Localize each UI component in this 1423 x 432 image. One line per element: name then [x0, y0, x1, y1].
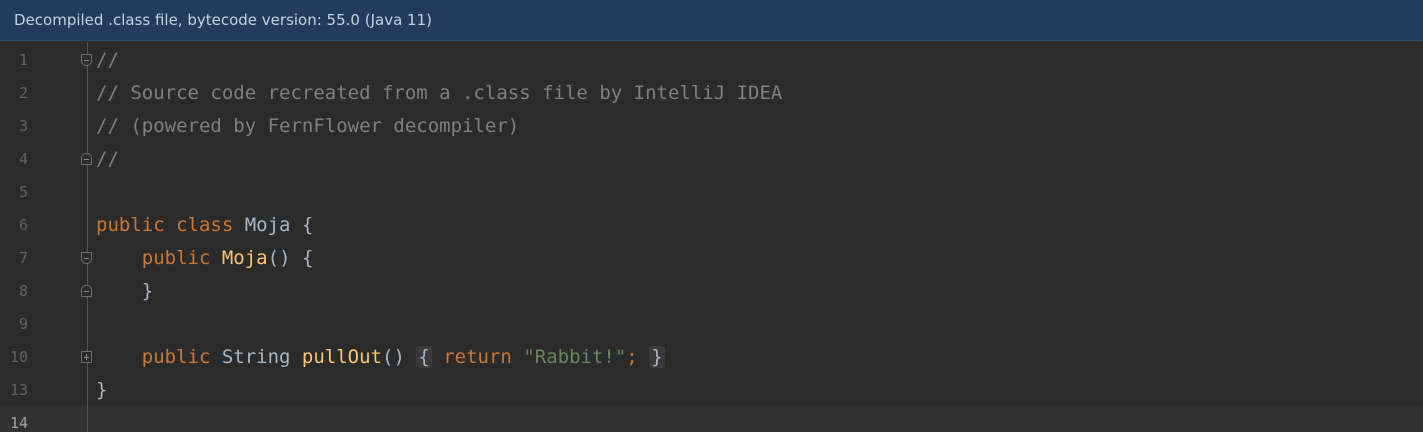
- code-line[interactable]: 7 public Moja() {: [0, 242, 1423, 275]
- comment-token: //: [96, 49, 119, 71]
- keyword-token: public: [141, 346, 211, 368]
- text-token: () {: [267, 247, 314, 269]
- fold-minus-icon[interactable]: [81, 54, 92, 66]
- code-text: public String pullOut() { return "Rabbit…: [96, 341, 665, 374]
- line-number: 6: [18, 216, 28, 234]
- line-number: 2: [18, 84, 28, 102]
- line-number: 7: [18, 249, 28, 267]
- fold-minus-icon[interactable]: [81, 153, 92, 165]
- line-number: 9: [18, 315, 28, 333]
- line-number: 4: [18, 150, 28, 168]
- code-line[interactable]: 8 }: [0, 275, 1423, 308]
- code-line[interactable]: 2 // Source code recreated from a .class…: [0, 77, 1423, 110]
- line-number: 14: [9, 414, 28, 432]
- code-line[interactable]: 4 //: [0, 143, 1423, 176]
- code-text: //: [96, 143, 119, 176]
- line-number: 8: [18, 282, 28, 300]
- code-line[interactable]: 5: [0, 176, 1423, 209]
- fold-minus-icon[interactable]: [81, 285, 92, 297]
- text-token: (): [382, 346, 417, 368]
- code-line[interactable]: 10 public String pullOut() { return "Rab…: [0, 341, 1423, 374]
- indent-token: [96, 247, 142, 269]
- code-line[interactable]: 9: [0, 308, 1423, 341]
- comment-token: //: [96, 148, 119, 170]
- ide-window: Decompiled .class file, bytecode version…: [0, 0, 1423, 432]
- line-number: 5: [18, 183, 28, 201]
- text-token: Moja {: [233, 214, 314, 236]
- code-text: public class Moja {: [96, 209, 313, 242]
- keyword-token: public class: [96, 214, 234, 236]
- fold-plus-icon[interactable]: [81, 351, 92, 363]
- code-text: public Moja() {: [96, 242, 314, 275]
- code-line[interactable]: 6 public class Moja {: [0, 209, 1423, 242]
- indent-token: [96, 346, 142, 368]
- code-line[interactable]: 14: [0, 407, 1423, 432]
- text-token: }: [96, 379, 108, 401]
- code-text: //: [96, 44, 119, 77]
- line-number: 10: [9, 348, 28, 366]
- string-token: "Rabbit!": [523, 346, 627, 368]
- fold-minus-icon[interactable]: [81, 252, 92, 264]
- code-text: // (powered by FernFlower decompiler): [96, 110, 519, 143]
- line-number: 1: [18, 51, 28, 69]
- folded-region-open-brace[interactable]: {: [416, 346, 432, 368]
- folded-region-close-brace[interactable]: }: [649, 346, 665, 368]
- line-number: 13: [9, 381, 28, 399]
- method-name-token: pullOut: [301, 346, 382, 368]
- line-number: 3: [18, 117, 28, 135]
- text-token: String: [210, 346, 302, 368]
- code-text: }: [96, 275, 153, 308]
- constructor-name-token: Moja: [221, 247, 268, 269]
- keyword-token: return: [443, 346, 512, 368]
- code-line[interactable]: 1 //: [0, 44, 1423, 77]
- code-text: }: [96, 374, 107, 407]
- keyword-token: public: [141, 247, 211, 269]
- comment-token: // Source code recreated from a .class f…: [96, 82, 783, 104]
- code-line[interactable]: 3 // (powered by FernFlower decompiler): [0, 110, 1423, 143]
- text-token: }: [96, 280, 154, 302]
- code-text: // Source code recreated from a .class f…: [96, 77, 782, 110]
- semicolon-token: ;: [626, 346, 638, 368]
- comment-token: // (powered by FernFlower decompiler): [96, 115, 520, 137]
- code-editor[interactable]: 1 // 2 // Source code recreated from a .…: [0, 42, 1423, 432]
- code-line[interactable]: 13 }: [0, 374, 1423, 407]
- decompiled-notice-banner: Decompiled .class file, bytecode version…: [0, 0, 1423, 41]
